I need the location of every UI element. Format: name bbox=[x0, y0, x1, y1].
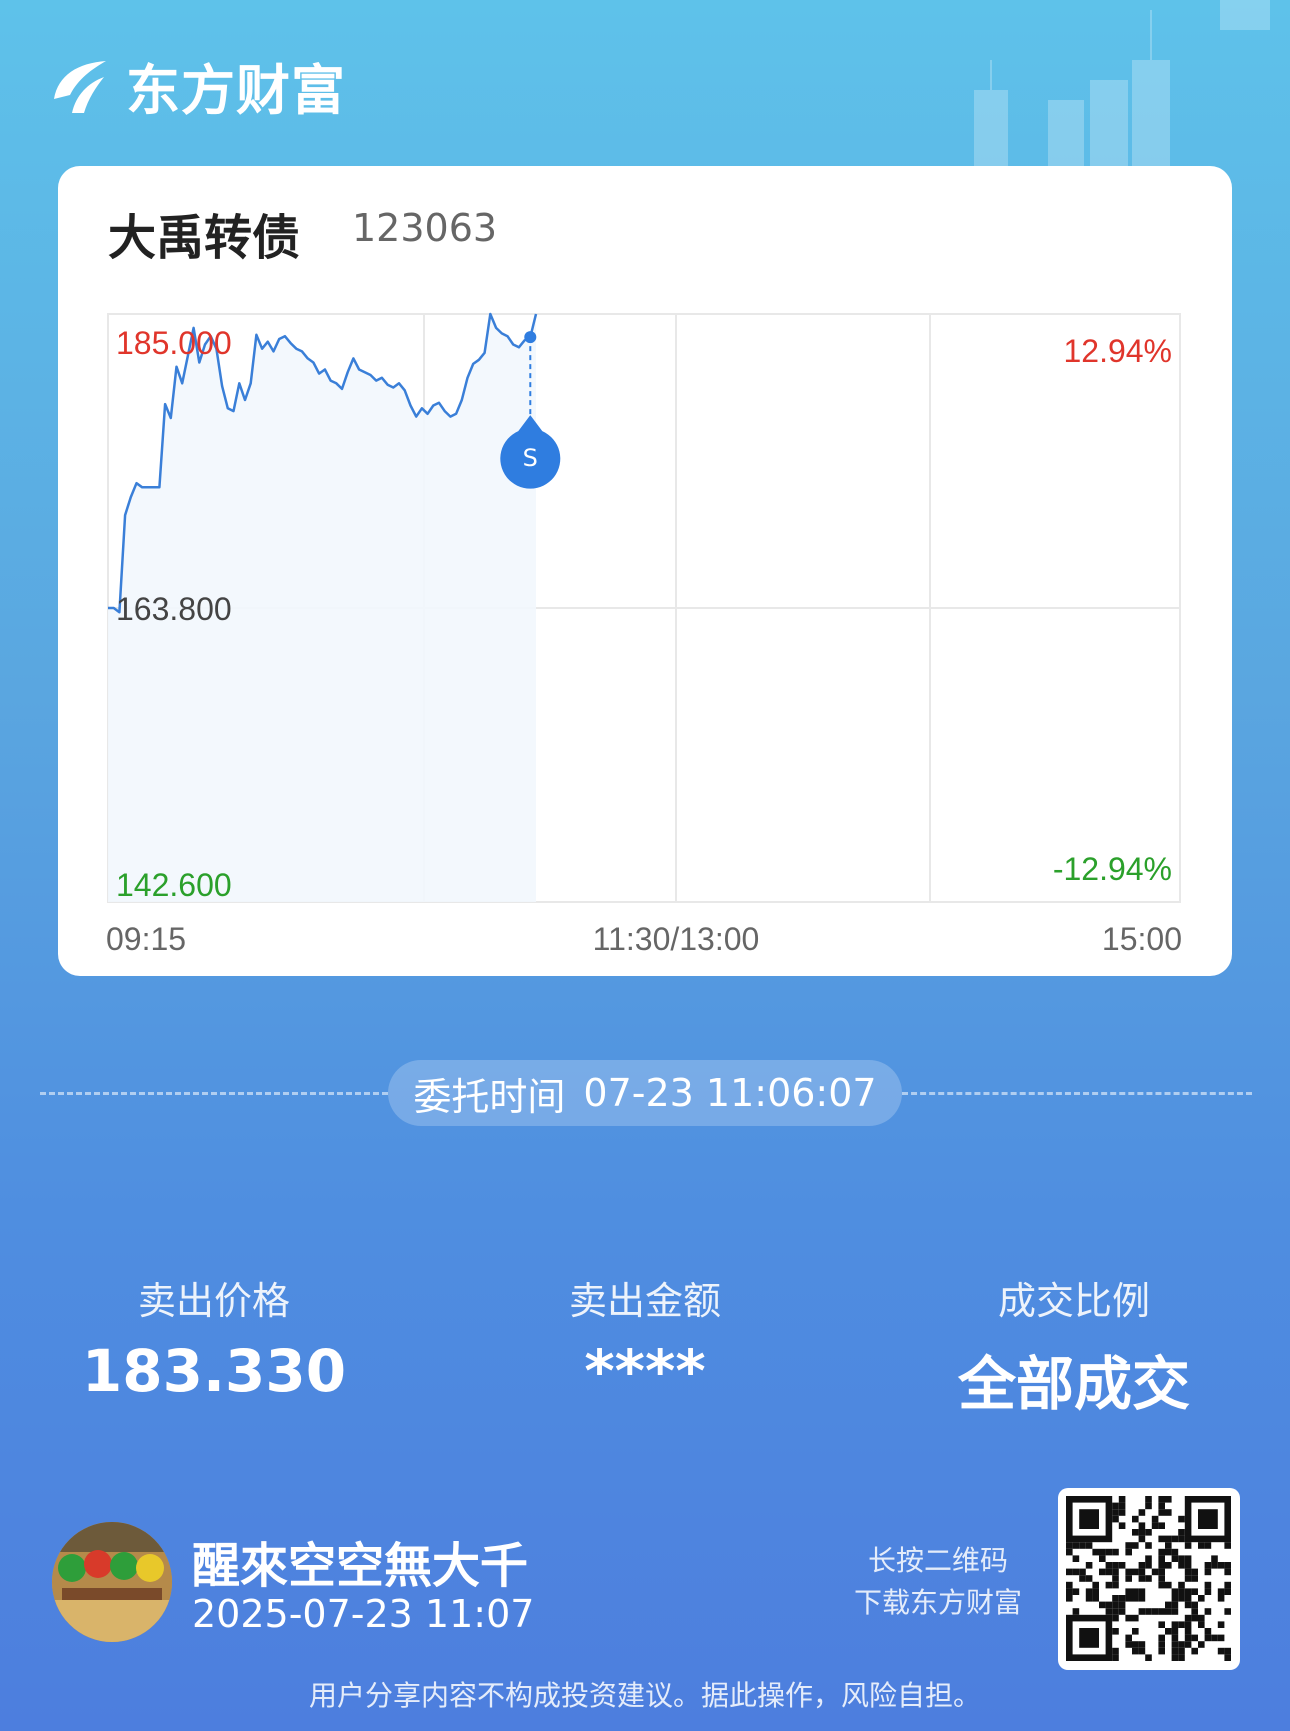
y-label-top: 185.000 bbox=[116, 325, 232, 361]
avatar[interactable] bbox=[52, 1522, 172, 1642]
avatar-image bbox=[52, 1522, 172, 1642]
stat-sell-price: 卖出价格 183.330 bbox=[34, 1270, 394, 1405]
qr-code-icon bbox=[1066, 1496, 1231, 1661]
post-timestamp: 2025-07-23 11:07 bbox=[192, 1592, 535, 1636]
qr-code[interactable] bbox=[1058, 1488, 1240, 1670]
disclaimer: 用户分享内容不构成投资建议。据此操作，风险自担。 bbox=[308, 1679, 981, 1712]
y-label-bottom: 142.600 bbox=[116, 867, 232, 903]
stock-chart-card[interactable]: 大禹转债 123063 S 185.000 163.800 142.600 12… bbox=[58, 166, 1232, 976]
fill-ratio-label: 成交比例 bbox=[997, 1279, 1150, 1323]
qr-hint-line2: 下载东方财富 bbox=[853, 1586, 1022, 1619]
sell-price-value: 183.330 bbox=[81, 1337, 347, 1405]
divider-right bbox=[902, 1092, 1252, 1095]
x-label-mid: 11:30/13:00 bbox=[593, 921, 760, 957]
sell-marker-label: S bbox=[523, 444, 538, 472]
sell-marker-dot bbox=[524, 331, 537, 344]
stat-sell-amount: 卖出金额 **** bbox=[465, 1270, 825, 1405]
x-label-end: 15:00 bbox=[1102, 921, 1182, 957]
sell-amount-label: 卖出金额 bbox=[568, 1279, 721, 1323]
app-logo: 东方财富 bbox=[48, 46, 346, 125]
pct-label-top: 12.94% bbox=[1063, 333, 1172, 369]
order-time-pill: 委托时间 07-23 11:06:07 bbox=[388, 1060, 902, 1126]
y-label-mid: 163.800 bbox=[116, 591, 232, 627]
qr-hint-line1: 长按二维码 bbox=[867, 1544, 1008, 1577]
intraday-price-chart[interactable]: S 185.000 163.800 142.600 12.94% -12.94%… bbox=[58, 166, 1232, 976]
x-label-start: 09:15 bbox=[106, 921, 186, 957]
stat-fill-ratio: 成交比例 全部成交 bbox=[894, 1270, 1254, 1421]
sell-amount-value: **** bbox=[584, 1337, 706, 1405]
fill-ratio-value: 全部成交 bbox=[957, 1350, 1190, 1418]
divider-left bbox=[40, 1092, 388, 1095]
brand-logo-icon bbox=[54, 60, 106, 113]
sell-price-label: 卖出价格 bbox=[137, 1279, 290, 1323]
order-time-label: 委托时间 bbox=[413, 1074, 566, 1119]
qr-hint: 长按二维码 下载东方财富 bbox=[838, 1540, 1038, 1624]
pct-label-bottom: -12.94% bbox=[1053, 851, 1172, 887]
brand-name: 东方财富 bbox=[126, 59, 346, 122]
username: 醒來空空無大千 bbox=[192, 1538, 529, 1594]
order-time-value: 07-23 11:06:07 bbox=[583, 1071, 877, 1115]
